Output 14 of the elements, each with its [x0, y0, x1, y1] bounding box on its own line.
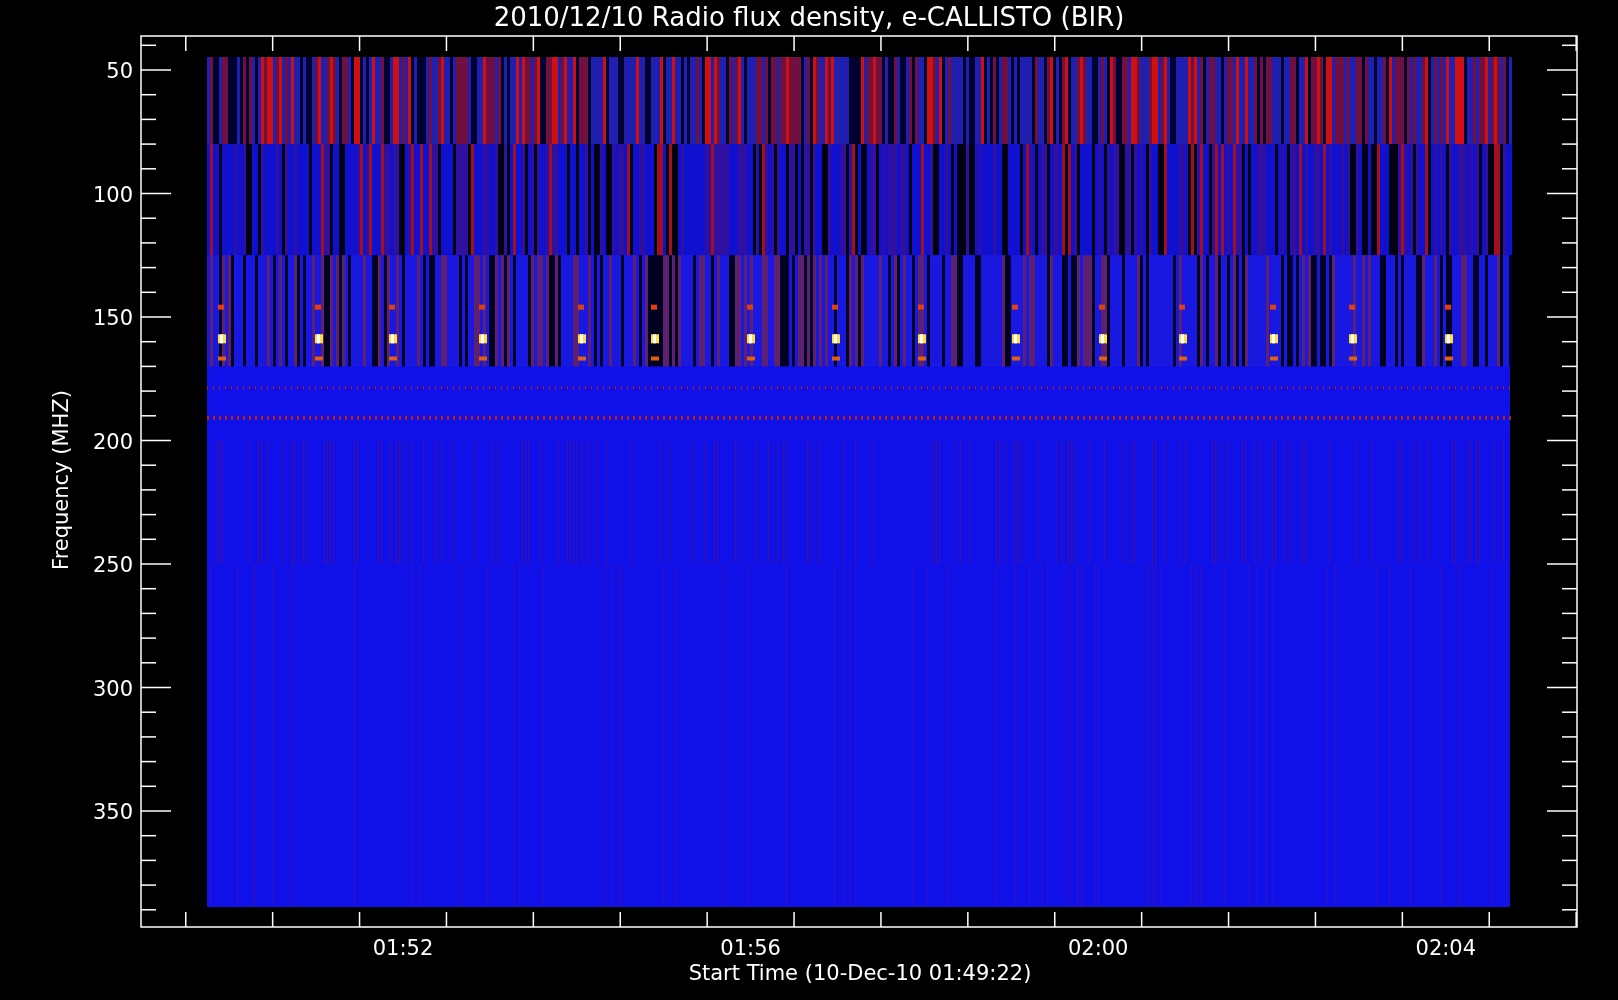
x-tick-label: 02:00	[1067, 936, 1129, 960]
y-tick-label: 150	[92, 306, 133, 330]
x-tick-label: 01:52	[372, 936, 434, 960]
x-tick-label: 02:04	[1415, 936, 1477, 960]
y-tick-label: 100	[92, 182, 133, 207]
y-tick-label: 250	[92, 553, 133, 577]
chart-title: 2010/12/10 Radio flux density, e-CALLISTO (BIR)	[493, 2, 1125, 32]
y-tick-label: 50	[106, 59, 133, 83]
x-tick-label: 01:56	[720, 936, 781, 960]
y-axis-label: Frequency (MHZ)	[49, 390, 73, 570]
y-tick-label: 300	[92, 676, 133, 701]
y-tick-label: 200	[92, 429, 133, 454]
y-tick-label: 350	[92, 800, 133, 824]
x-axis-label: Start Time (10-Dec-10 01:49:22)	[688, 961, 1032, 985]
